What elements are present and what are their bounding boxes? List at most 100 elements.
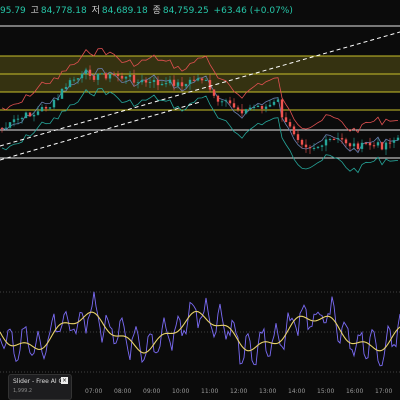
- price-chart-pane[interactable]: [0, 18, 400, 178]
- candle-body: [20, 118, 24, 120]
- candle-body: [132, 75, 136, 83]
- candle-body: [260, 105, 264, 109]
- candle-body: [348, 143, 352, 147]
- candle-body: [312, 147, 316, 149]
- candle-body: [44, 107, 48, 109]
- low-value: 84,689.18: [101, 6, 148, 16]
- candle-body: [160, 83, 164, 86]
- candle-body: [32, 114, 36, 117]
- candle-body: [324, 139, 328, 146]
- candle-body: [360, 142, 364, 149]
- candle-body: [372, 145, 376, 147]
- candle-body: [48, 107, 52, 109]
- candle-body: [4, 127, 8, 129]
- candle-body: [308, 147, 312, 149]
- candle-body: [288, 122, 292, 127]
- candle-body: [252, 107, 256, 109]
- candle-body: [364, 142, 368, 144]
- open-value: 95.79: [0, 6, 26, 16]
- time-label: 08:00: [114, 388, 132, 395]
- time-label: 13:00: [259, 388, 277, 395]
- candle-body: [60, 88, 64, 99]
- candle-body: [116, 74, 120, 76]
- candle-body: [204, 80, 208, 82]
- candle-body: [72, 79, 76, 81]
- close-value: 84,759.25: [162, 6, 209, 16]
- candle-body: [148, 81, 152, 83]
- time-label: 16:00: [346, 388, 364, 395]
- candle-body: [28, 112, 32, 117]
- candle-body: [316, 146, 320, 148]
- oscillator-pane[interactable]: [0, 288, 400, 376]
- candle-body: [276, 99, 280, 102]
- candle-body: [208, 80, 212, 90]
- candle-body: [336, 138, 340, 140]
- candle-body: [184, 83, 188, 87]
- time-label: 12:00: [230, 388, 248, 395]
- candle-body: [384, 142, 388, 150]
- candle-body: [292, 126, 296, 135]
- candle-body: [220, 101, 224, 103]
- candle-body: [200, 78, 204, 81]
- close-icon[interactable]: ×: [61, 377, 68, 384]
- time-label: 17:00: [375, 388, 393, 395]
- candle-body: [188, 79, 192, 84]
- candle-body: [156, 80, 160, 86]
- candle-body: [164, 83, 168, 85]
- candle-body: [232, 103, 236, 108]
- candle-body: [380, 142, 384, 150]
- candle-body: [136, 82, 140, 84]
- candle-body: [392, 140, 396, 143]
- candle-body: [228, 100, 232, 104]
- candle-body: [92, 75, 96, 80]
- candle-body: [24, 112, 28, 119]
- indicator-widget[interactable]: Slider - Free AI G 1,999.2 ×: [8, 374, 72, 400]
- candle-body: [244, 109, 248, 114]
- candle-body: [120, 75, 124, 79]
- candle-body: [368, 142, 372, 146]
- candle-body: [304, 144, 308, 148]
- candle-body: [332, 139, 336, 141]
- candle-body: [376, 142, 380, 146]
- ohlc-header: 95.79 고 84,778.18 저 84,689.18 종 84,759.25 +…: [0, 3, 400, 17]
- candle-body: [236, 107, 240, 110]
- candle-body: [0, 127, 4, 129]
- horizontal-levels[interactable]: [0, 25, 400, 159]
- empty-chart-area[interactable]: [0, 178, 400, 288]
- candle-body: [280, 99, 284, 118]
- candle-body: [196, 78, 200, 81]
- candle-body: [352, 143, 356, 147]
- candle-body: [88, 69, 92, 76]
- candle-body: [96, 73, 100, 80]
- candle-body: [264, 106, 268, 109]
- candle-body: [284, 117, 288, 123]
- candle-body: [12, 119, 16, 123]
- candle-body: [64, 86, 68, 89]
- candle-body: [272, 101, 276, 105]
- candle-body: [268, 104, 272, 107]
- candle-body: [68, 80, 72, 87]
- candle-body: [212, 89, 216, 96]
- candle-body: [140, 80, 144, 83]
- time-label: 15:00: [317, 388, 335, 395]
- candle-body: [396, 137, 400, 141]
- candle-body: [256, 105, 260, 108]
- candle-body: [56, 98, 60, 100]
- candle-body: [128, 75, 132, 77]
- candle-body: [168, 79, 172, 84]
- candle-body: [112, 74, 116, 76]
- candle-body: [40, 107, 44, 112]
- candle-body: [172, 79, 176, 86]
- close-label: 종: [152, 6, 161, 16]
- time-label: 11:00: [201, 388, 219, 395]
- candle-body: [84, 69, 88, 74]
- candle-body: [216, 95, 220, 102]
- widget-subtitle: 1,999.2: [13, 388, 33, 394]
- candle-body: [224, 100, 228, 102]
- candle-body: [388, 142, 392, 144]
- high-label: 고: [30, 6, 39, 16]
- candle-body: [320, 145, 324, 147]
- candle-body: [180, 82, 184, 87]
- candle-body: [104, 73, 108, 79]
- time-label: 10:00: [172, 388, 190, 395]
